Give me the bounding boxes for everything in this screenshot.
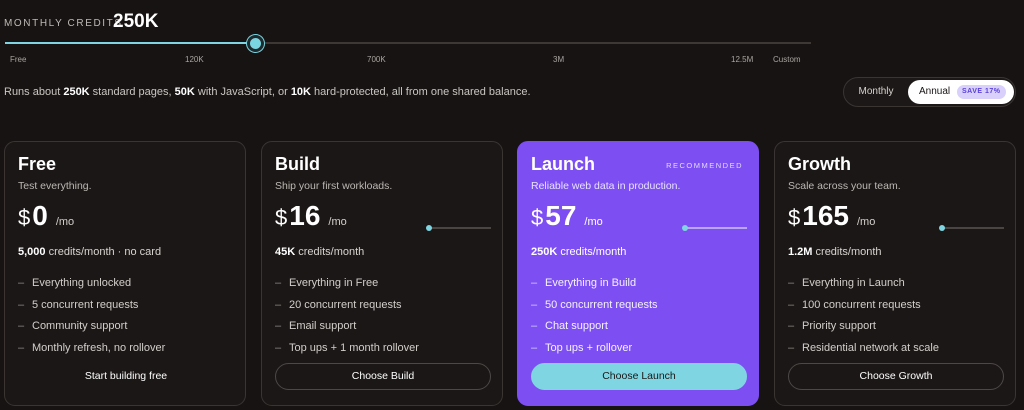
- plan-credits: 45K credits/month: [275, 246, 365, 258]
- feature-item: –20 concurrent requests: [275, 298, 402, 311]
- feature-item: –5 concurrent requests: [18, 298, 139, 311]
- price-amount: 16: [289, 200, 321, 231]
- price-currency: $: [531, 205, 544, 230]
- price-period: /mo: [856, 216, 876, 228]
- plan-price: $ 16 /mo: [275, 200, 347, 234]
- plan-tagline: Scale across your team.: [788, 180, 901, 192]
- plan-name: Free: [18, 154, 57, 174]
- price-amount: 57: [545, 200, 577, 231]
- feature-item: – Everything in Build: [531, 276, 637, 289]
- plan-credit-slider[interactable]: [682, 225, 747, 231]
- feature-item: – Priority support: [788, 320, 876, 333]
- monthly-credits-label: MONTHLY CREDITS: [4, 18, 123, 29]
- plan-card-launch: Launch RECOMMENDED Reliable web data in …: [517, 141, 759, 406]
- feature-item: –50 concurrent requests: [531, 298, 658, 311]
- slider-tick-3m[interactable]: 3M: [553, 55, 564, 64]
- price-currency: $: [18, 205, 31, 230]
- price-amount: 165: [802, 200, 849, 231]
- plan-price: $ 0 /mo: [18, 200, 74, 234]
- plan-credit-slider[interactable]: [939, 225, 1004, 231]
- plan-features: – Everything in Launch –100 concurrent re…: [788, 272, 939, 359]
- credits-description: Runs about 250K standard pages, 50K with…: [4, 86, 531, 98]
- choose-growth-button[interactable]: Choose Growth: [788, 363, 1004, 390]
- credits-slider-thumb[interactable]: [247, 35, 264, 52]
- plan-card-growth: Growth Scale across your team. $ 165 /mo…: [774, 141, 1016, 406]
- plan-card-free: Free Test everything. $ 0 /mo 5,000 cred…: [4, 141, 246, 406]
- feature-item: – Email support: [275, 320, 357, 333]
- price-currency: $: [275, 205, 288, 230]
- credits-slider-fill: [5, 42, 256, 44]
- plan-card-build: Build Ship your first workloads. $ 16 /m…: [261, 141, 503, 406]
- plan-credits: 1.2M credits/month: [788, 246, 882, 258]
- feature-item: – Residential network at scale: [788, 341, 939, 354]
- price-amount: 0: [32, 200, 48, 231]
- feature-item: –100 concurrent requests: [788, 298, 921, 311]
- billing-annual-label: Annual: [919, 86, 951, 97]
- billing-monthly-option[interactable]: Monthly: [844, 78, 908, 106]
- plan-credit-slider-thumb[interactable]: [939, 225, 945, 231]
- plan-tagline: Ship your first workloads.: [275, 180, 393, 192]
- choose-launch-button[interactable]: Choose Launch: [531, 363, 747, 390]
- feature-item: – Top ups + rollover: [531, 341, 633, 354]
- slider-tick-custom[interactable]: Custom: [773, 55, 801, 64]
- feature-item: – Everything unlocked: [18, 276, 132, 289]
- plan-tagline: Test everything.: [18, 180, 92, 192]
- save-badge: SAVE 17%: [957, 85, 1006, 99]
- plan-name: Growth: [788, 154, 851, 174]
- plan-credit-slider[interactable]: [426, 225, 491, 231]
- feature-item: – Community support: [18, 320, 128, 333]
- plan-tagline: Reliable web data in production.: [531, 180, 681, 192]
- plan-credit-slider-thumb[interactable]: [426, 225, 432, 231]
- plan-name: Launch: [531, 154, 596, 174]
- plan-price: $ 165 /mo: [788, 200, 875, 234]
- billing-toggle[interactable]: Monthly Annual SAVE 17%: [843, 77, 1016, 107]
- plan-price: $ 57 /mo: [531, 200, 603, 234]
- slider-tick-12-5m[interactable]: 12.5M: [731, 55, 753, 64]
- plan-features: – Everything in Build –50 concurrent requ…: [531, 272, 658, 359]
- choose-build-button[interactable]: Choose Build: [275, 363, 491, 390]
- start-building-free-button[interactable]: Start building free: [18, 363, 234, 390]
- price-period: /mo: [328, 216, 347, 228]
- feature-item: – Everything in Launch: [788, 276, 905, 289]
- slider-tick-free[interactable]: Free: [10, 55, 26, 64]
- slider-tick-120k[interactable]: 120K: [185, 55, 204, 64]
- feature-item: – Monthly refresh, no rollover: [18, 341, 166, 354]
- plan-features: – Everything unlocked –5 concurrent reque…: [18, 272, 165, 359]
- plan-name: Build: [275, 154, 320, 174]
- credits-slider[interactable]: [5, 42, 811, 44]
- recommended-badge: RECOMMENDED: [666, 161, 743, 170]
- price-currency: $: [788, 205, 801, 230]
- price-period: /mo: [55, 216, 75, 228]
- feature-item: – Chat support: [531, 320, 608, 333]
- plan-features: – Everything in Free –20 concurrent reque…: [275, 272, 419, 359]
- monthly-credits-value: 250K: [113, 11, 159, 32]
- plan-credit-slider-thumb[interactable]: [682, 225, 688, 231]
- slider-tick-700k[interactable]: 700K: [367, 55, 386, 64]
- price-period: /mo: [584, 216, 603, 228]
- billing-annual-option[interactable]: Annual SAVE 17%: [908, 80, 1014, 104]
- plan-credits: 250K credits/month: [531, 246, 627, 258]
- feature-item: – Top ups + 1 month rollover: [275, 341, 419, 354]
- plan-credits: 5,000 credits/month · no card: [18, 246, 162, 258]
- feature-item: – Everything in Free: [275, 276, 379, 289]
